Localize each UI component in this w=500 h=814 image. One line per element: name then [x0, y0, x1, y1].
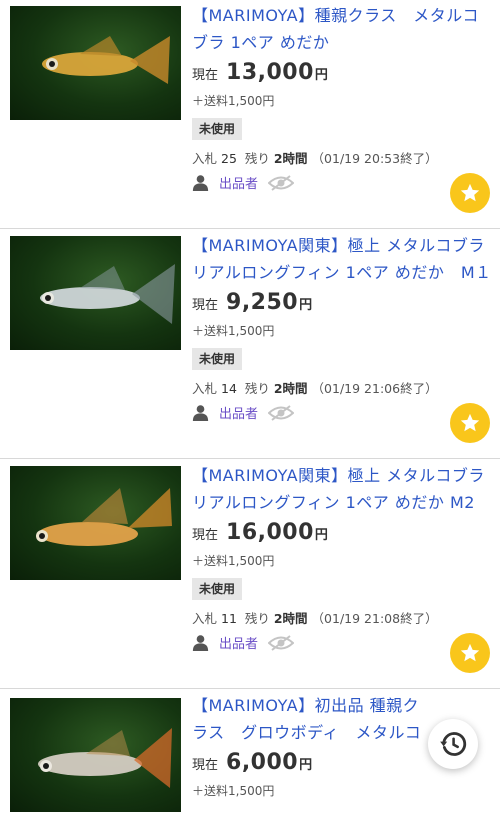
price-label: 現在 [192, 528, 219, 543]
end-time: （01/19 20:53終了） [311, 151, 438, 166]
current-price: 13,000 [226, 60, 314, 85]
star-icon [460, 413, 480, 432]
list-item[interactable]: 【MARIMOYA】初出品 種親クラス グロウボディ メタルコブラ 1ペア め … [0, 690, 500, 814]
fish-photo [40, 264, 175, 324]
item-thumbnail[interactable] [10, 466, 181, 580]
auction-meta: 入札 11 残り 2時間 （01/19 21:08終了） [192, 608, 438, 627]
remain-label: 残り [244, 611, 270, 626]
history-icon [440, 732, 467, 756]
bids-label: 入札 [192, 381, 218, 396]
person-icon [192, 635, 209, 651]
condition-badge: 未使用 [192, 578, 242, 600]
bids-label: 入札 [192, 151, 218, 166]
person-icon [192, 405, 209, 421]
current-price: 6,000 [226, 750, 299, 775]
price-label: 現在 [192, 758, 219, 773]
time-remaining: 2時間 [273, 611, 308, 626]
current-price: 9,250 [226, 290, 299, 315]
remain-label: 残り [244, 151, 270, 166]
bid-count: 14 [221, 381, 237, 396]
end-time: （01/19 21:06終了） [311, 381, 438, 396]
bid-count: 25 [221, 151, 237, 166]
person-icon [192, 175, 209, 191]
end-time: （01/19 21:08終了） [311, 611, 438, 626]
eye-slash-icon[interactable] [268, 174, 295, 191]
condition-badge: 未使用 [192, 348, 242, 370]
bid-count: 11 [221, 611, 237, 626]
favorite-button[interactable] [450, 173, 490, 213]
price-row: 現在 9,250 円 [192, 290, 492, 320]
item-title[interactable]: 【MARIMOYA】初出品 種親クラス グロウボディ メタルコブラ 1ペア め [192, 692, 432, 746]
fish-photo [36, 488, 172, 546]
item-title[interactable]: 【MARIMOYA関東】極上 メタルコブラリアルロングフィン 1ペア めだか M… [192, 232, 492, 286]
fish-photo [38, 728, 172, 788]
fish-photo [42, 36, 170, 84]
favorite-button[interactable] [450, 633, 490, 673]
item-title[interactable]: 【MARIMOYA関東】極上 メタルコブラリアルロングフィン 1ペア めだか M… [192, 462, 492, 516]
list-item[interactable]: 【MARIMOYA関東】極上 メタルコブラリアルロングフィン 1ペア めだか M… [0, 460, 500, 689]
shipping-fee: ＋送料1,500円 [192, 554, 275, 568]
seller-link[interactable]: 出品者 [219, 633, 258, 652]
price-label: 現在 [192, 298, 219, 313]
item-thumbnail[interactable] [10, 6, 181, 120]
time-remaining: 2時間 [273, 381, 308, 396]
condition-badge: 未使用 [192, 118, 242, 140]
auction-meta: 入札 14 残り 2時間 （01/19 21:06終了） [192, 378, 438, 397]
list-item[interactable]: 【MARIMOYA関東】極上 メタルコブラリアルロングフィン 1ペア めだか M… [0, 230, 500, 459]
star-icon [460, 183, 480, 202]
item-title[interactable]: 【MARIMOYA】種親クラス メタルコブラ 1ペア めだか [192, 2, 492, 56]
seller-row: 出品者 [192, 633, 295, 652]
current-price: 16,000 [226, 520, 314, 545]
favorite-button[interactable] [450, 403, 490, 443]
shipping-fee: ＋送料1,500円 [192, 784, 275, 798]
item-thumbnail[interactable] [10, 236, 181, 350]
seller-row: 出品者 [192, 173, 295, 192]
auction-meta: 入札 25 残り 2時間 （01/19 20:53終了） [192, 148, 438, 167]
item-thumbnail[interactable] [10, 698, 181, 812]
price-label: 現在 [192, 68, 219, 83]
yen-unit: 円 [299, 298, 313, 313]
eye-slash-icon[interactable] [268, 634, 295, 651]
seller-link[interactable]: 出品者 [219, 173, 258, 192]
time-remaining: 2時間 [273, 151, 308, 166]
seller-link[interactable]: 出品者 [219, 403, 258, 422]
list-item[interactable]: 【MARIMOYA】種親クラス メタルコブラ 1ペア めだか 現在 13,000… [0, 0, 500, 229]
price-row: 現在 13,000 円 [192, 60, 492, 90]
remain-label: 残り [244, 381, 270, 396]
yen-unit: 円 [314, 528, 328, 543]
shipping-fee: ＋送料1,500円 [192, 324, 275, 338]
star-icon [460, 643, 480, 662]
history-button[interactable] [428, 719, 478, 769]
yen-unit: 円 [299, 758, 313, 773]
yen-unit: 円 [314, 68, 328, 83]
price-row: 現在 16,000 円 [192, 520, 492, 550]
eye-slash-icon[interactable] [268, 404, 295, 421]
seller-row: 出品者 [192, 403, 295, 422]
shipping-fee: ＋送料1,500円 [192, 94, 275, 108]
bids-label: 入札 [192, 611, 218, 626]
